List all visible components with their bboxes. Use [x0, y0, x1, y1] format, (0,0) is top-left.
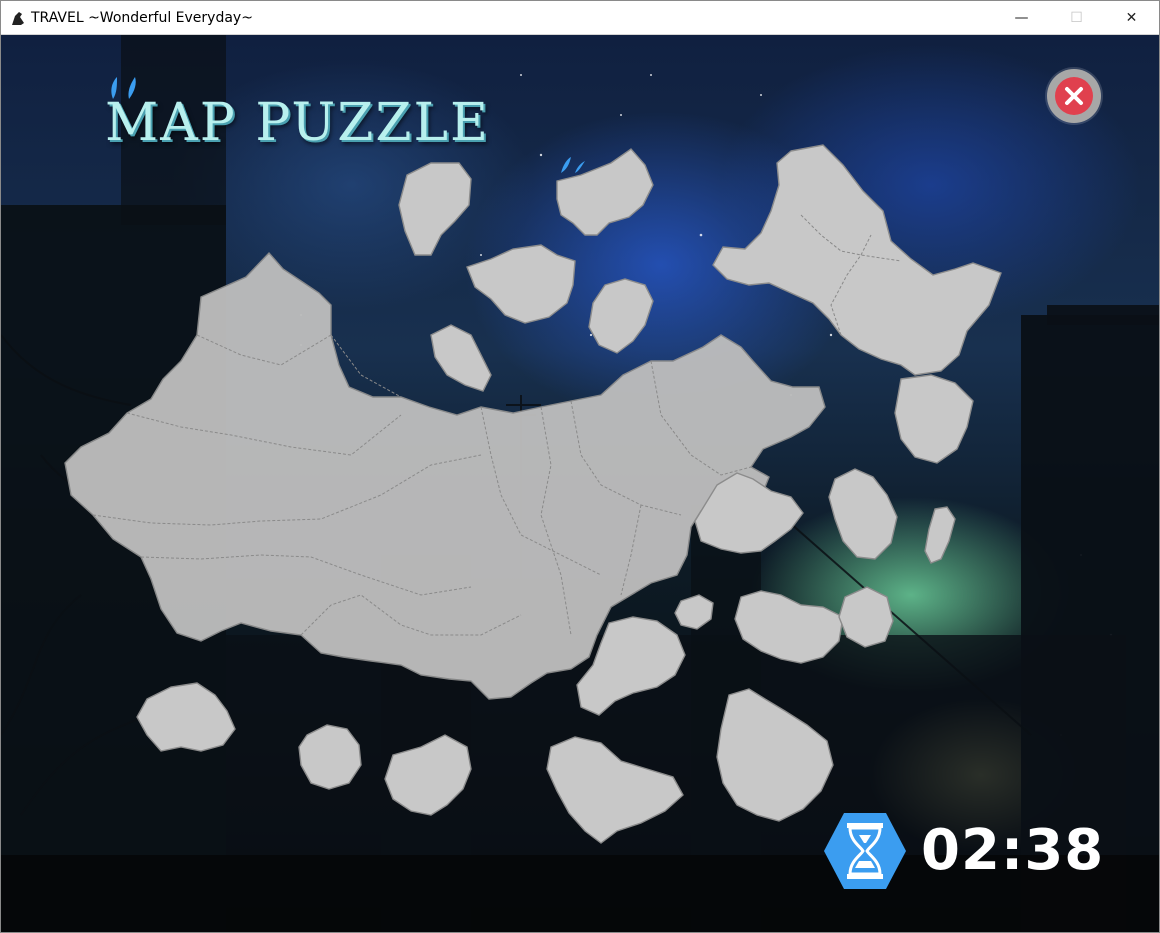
maximize-button[interactable]: ☐ — [1049, 1, 1104, 34]
close-window-button[interactable]: ✕ — [1104, 1, 1159, 34]
app-icon — [12, 11, 24, 25]
window-title: TRAVEL ~Wonderful Everyday~ — [31, 9, 253, 26]
close-circle-icon — [1055, 77, 1093, 115]
puzzle-piece-1[interactable] — [398, 162, 472, 256]
puzzle-piece-11[interactable] — [674, 594, 714, 630]
puzzle-piece-17[interactable] — [384, 734, 472, 816]
close-game-button[interactable] — [1047, 69, 1101, 123]
puzzle-piece-6[interactable] — [894, 374, 974, 464]
game-title: MAP PUZZLE — [105, 93, 490, 153]
puzzle-piece-5[interactable] — [430, 324, 492, 392]
app-window: TRAVEL ~Wonderful Everyday~ — ☐ ✕ MAP PU… — [0, 0, 1160, 933]
puzzle-piece-14[interactable] — [546, 736, 684, 844]
puzzle-piece-16[interactable] — [298, 724, 362, 790]
hourglass-icon — [824, 813, 906, 889]
puzzle-piece-10[interactable] — [838, 586, 894, 648]
title-sparkle-icon — [561, 157, 585, 173]
puzzle-piece-3[interactable] — [466, 244, 576, 324]
puzzle-piece-13[interactable] — [716, 688, 834, 822]
puzzle-piece-9[interactable] — [734, 590, 844, 664]
minimize-button[interactable]: — — [994, 1, 1049, 34]
countdown-timer: 02:38 — [921, 818, 1105, 883]
puzzle-piece-15[interactable] — [136, 682, 236, 752]
window-controls: — ☐ ✕ — [994, 1, 1159, 34]
puzzle-piece-northeast[interactable] — [712, 144, 1002, 376]
puzzle-piece-main-region[interactable] — [64, 251, 826, 700]
title-bar[interactable]: TRAVEL ~Wonderful Everyday~ — ☐ ✕ — [1, 1, 1159, 35]
puzzle-piece-7[interactable] — [828, 468, 898, 560]
puzzle-piece-4[interactable] — [588, 278, 654, 354]
game-area: MAP PUZZLE 02:38 — [1, 35, 1159, 932]
puzzle-piece-taiwan[interactable] — [924, 506, 956, 564]
